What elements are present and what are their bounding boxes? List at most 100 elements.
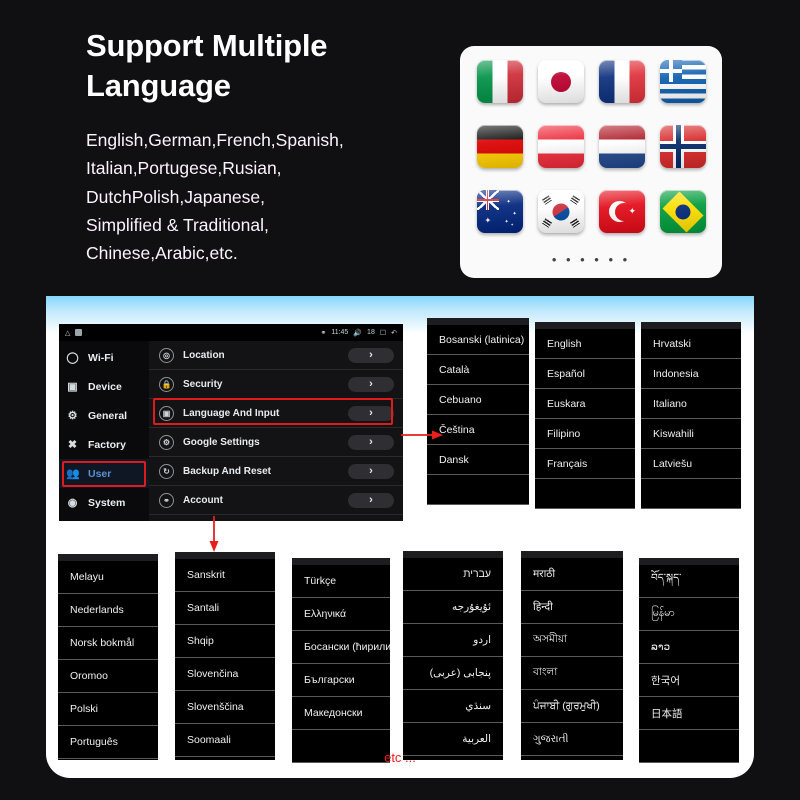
lang-list-item[interactable]: Indonesia (641, 359, 741, 389)
lang-list-item[interactable]: Македонски (292, 697, 390, 730)
lang-col-header (58, 554, 158, 561)
lang-list-item[interactable]: हिन्दी (521, 591, 623, 624)
lang-list-item[interactable]: سنڌي (403, 690, 503, 723)
hero-subtitle-line: DutchPolish,Japanese, (86, 186, 265, 207)
lang-list-item[interactable]: བོད་སྐད་ (639, 565, 739, 598)
settings-sidebar: ◯ Wi-Fi ▣ Device ⚙ General ✖ Factory 👥 U… (59, 341, 149, 521)
lang-list-item[interactable]: Cebuano (427, 385, 529, 415)
lang-list-item[interactable]: Oromoo (58, 660, 158, 693)
settings-row-language-and-input[interactable]: ▣ Language And Input › (149, 399, 403, 428)
norway-flag (659, 125, 706, 168)
lang-list-item[interactable]: မြန်မာ (639, 598, 739, 631)
account-icon: ⚭ (159, 492, 174, 508)
volume-icon: 🔊 (353, 329, 363, 337)
lang-list-item[interactable]: Italiano (641, 389, 741, 419)
lang-list-item[interactable]: עברית (403, 558, 503, 591)
chevron-right-icon[interactable]: › (348, 492, 394, 508)
lang-col-2[interactable]: English Español Euskara Filipino Français (535, 322, 635, 509)
lang-list-item[interactable]: Santali (175, 592, 275, 625)
lang-list-item[interactable]: Hrvatski (641, 329, 741, 359)
lang-col-9[interactable]: བོད་སྐད་ မြန်မာ ລາວ 한국어 日本語 (639, 558, 739, 763)
bottom-board: △‍ ⚭ 11:45 🔊 18 ☐ ↶ ◯ Wi-Fi (46, 296, 754, 778)
lang-list-item[interactable]: پنجابی (عربی) (403, 657, 503, 690)
sidebar-item-wifi[interactable]: ◯ Wi-Fi (59, 343, 149, 372)
settings-row-label: Security (183, 378, 223, 390)
turkey-flag: ✦ (598, 190, 645, 233)
lang-list-item[interactable]: Filipino (535, 419, 635, 449)
settings-row-label: Location (183, 349, 225, 361)
sidebar-item-user[interactable]: 👥 User (59, 459, 149, 488)
lang-col-1[interactable]: Bosanski (latinica) Català Cebuano Čeština D… (427, 318, 529, 505)
lang-col-header (427, 318, 529, 325)
lang-list-item[interactable]: Latviešu (641, 449, 741, 479)
lang-col-3[interactable]: Hrvatski Indonesia Italiano Kiswahili Latvie… (641, 322, 741, 509)
chevron-right-icon[interactable]: › (348, 376, 394, 392)
home-icon: △‍ (65, 329, 71, 337)
lang-list-item[interactable]: اردو (403, 624, 503, 657)
lang-list-item[interactable]: Español (535, 359, 635, 389)
lang-list-item[interactable]: Melayu (58, 561, 158, 594)
clock-label: 11:45 (331, 329, 349, 336)
sidebar-item-system[interactable]: ◉ System (59, 488, 149, 517)
lang-list-item[interactable]: Shqip (175, 625, 275, 658)
lang-list-item[interactable] (427, 475, 529, 505)
lang-list-item[interactable]: Français (535, 449, 635, 479)
lang-col-5[interactable]: Sanskrit Santali Shqip Slovenčina Slovenščin… (175, 552, 275, 760)
sidebar-item-device[interactable]: ▣ Device (59, 372, 149, 401)
lang-list-item[interactable]: ئۇيغۇرجە (403, 591, 503, 624)
lang-col-6[interactable]: Türkçe Ελληνικά Босански (ћирилиц Български… (292, 558, 390, 763)
lang-list-item[interactable]: Polski (58, 693, 158, 726)
lang-list-item[interactable]: Босански (ћирилиц (292, 631, 390, 664)
settings-row-security[interactable]: 🔒 Security › (149, 370, 403, 399)
lang-list-item[interactable]: Български (292, 664, 390, 697)
sidebar-item-general[interactable]: ⚙ General (59, 401, 149, 430)
sidebar-item-label: Factory (88, 438, 126, 451)
lang-col-8[interactable]: मराठी हिन्दी অসমীয়া বাংলা ਪੰਜਾਬੀ (ਗੁਰਮੁਖੀ) ગ… (521, 551, 623, 760)
chevron-right-icon[interactable]: › (348, 347, 394, 363)
lang-list-item[interactable]: ລາວ (639, 631, 739, 664)
netherlands-flag (598, 125, 645, 168)
lang-list-item[interactable]: Català (427, 355, 529, 385)
lang-list-item[interactable]: Slovenčina (175, 658, 275, 691)
settings-row-label: Google Settings (183, 436, 260, 448)
status-bar-right: ⚭ 11:45 🔊 18 ☐ ↶ (320, 329, 397, 337)
chevron-right-icon[interactable]: › (348, 405, 394, 421)
settings-row-account[interactable]: ⚭ Account › (149, 486, 403, 515)
austria-flag (537, 125, 584, 168)
lang-list-item[interactable]: Bosanski (latinica) (427, 325, 529, 355)
france-flag (598, 60, 645, 103)
lang-list-item[interactable]: 日本語 (639, 697, 739, 730)
lang-list-item[interactable]: English (535, 329, 635, 359)
lang-col-header (639, 558, 739, 565)
lang-list-item[interactable]: Dansk (427, 445, 529, 475)
lang-list-item[interactable]: Türkçe (292, 565, 390, 598)
lang-list-item[interactable] (535, 479, 635, 509)
settings-row-backup-and-reset[interactable]: ↻ Backup And Reset › (149, 457, 403, 486)
lang-list-item[interactable]: Nederlands (58, 594, 158, 627)
lang-list-item[interactable]: Slovenščina (175, 691, 275, 724)
lang-list-item[interactable]: Ελληνικά (292, 598, 390, 631)
chevron-right-icon[interactable]: › (348, 434, 394, 450)
lang-col-4[interactable]: Melayu Nederlands Norsk bokmål Oromoo Polski… (58, 554, 158, 760)
lang-list-item[interactable]: Euskara (535, 389, 635, 419)
settings-row-location[interactable]: ◎ Location › (149, 341, 403, 370)
lang-list-item[interactable]: 한국어 (639, 664, 739, 697)
lang-list-item[interactable]: Norsk bokmål (58, 627, 158, 660)
lang-list-item[interactable]: मराठी (521, 558, 623, 591)
app-icon (75, 329, 83, 336)
lang-list-item[interactable]: Sanskrit (175, 559, 275, 592)
lang-list-item[interactable]: Kiswahili (641, 419, 741, 449)
lang-list-item[interactable] (641, 479, 741, 509)
lang-col-7[interactable]: עברית ئۇيغۇرجە اردو پنجابی (عربی) سنڌي العربي… (403, 551, 503, 760)
sidebar-item-factory[interactable]: ✖ Factory (59, 430, 149, 459)
lang-list-item[interactable]: বাংলা (521, 657, 623, 690)
settings-row-google-settings[interactable]: ⚙ Google Settings › (149, 428, 403, 457)
lang-col-header (403, 551, 503, 558)
tools-icon: ✖ (67, 439, 78, 451)
lang-col-header (292, 558, 390, 565)
chevron-right-icon[interactable]: › (348, 463, 394, 479)
australia-flag: ✦ ✦ ✦ ✦ ✦ (476, 190, 523, 233)
lang-list-item[interactable]: অসমীয়া (521, 624, 623, 657)
lang-list-item[interactable]: ਪੰਜਾਬੀ (ਗੁਰਮੁਖੀ) (521, 690, 623, 723)
hero-subtitle: English,German,French,Spanish, Italian,P… (86, 126, 476, 268)
